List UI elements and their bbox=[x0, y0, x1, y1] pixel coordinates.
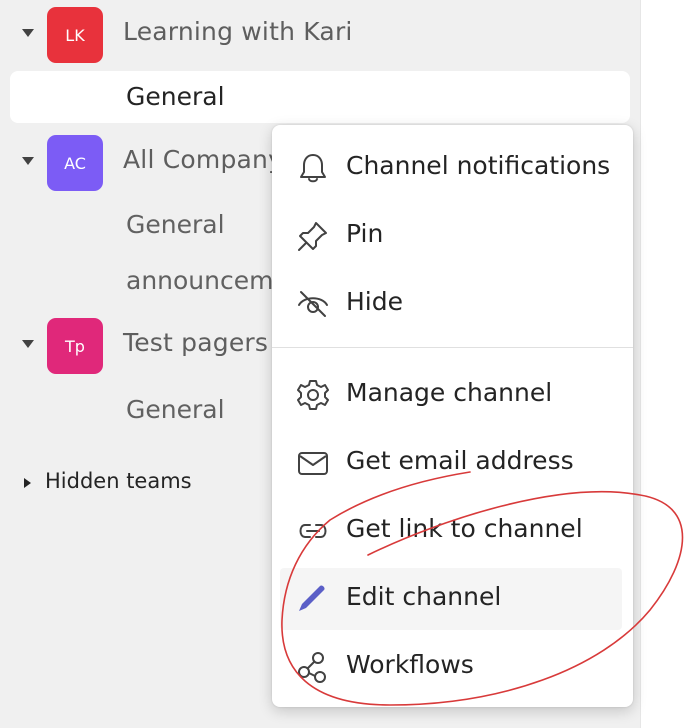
menu-item-edit-channel[interactable]: Edit channel bbox=[280, 568, 622, 630]
hidden-teams-toggle[interactable]: Hidden teams bbox=[45, 469, 192, 493]
menu-item-pin[interactable]: Pin bbox=[272, 205, 633, 267]
team-name: All Company bbox=[123, 145, 284, 174]
menu-item-label: Pin bbox=[346, 219, 384, 248]
team-avatar: AC bbox=[47, 135, 103, 191]
mail-icon bbox=[298, 452, 328, 475]
team-row-learning-with-kari[interactable]: LK Learning with Kari bbox=[0, 3, 640, 63]
team-name: Test pagers bbox=[123, 328, 269, 357]
menu-item-label: Edit channel bbox=[346, 582, 502, 611]
gear-icon bbox=[297, 380, 329, 410]
menu-item-label: Channel notifications bbox=[346, 151, 611, 180]
chevron-down-icon[interactable] bbox=[22, 157, 34, 165]
chevron-down-icon[interactable] bbox=[22, 340, 34, 348]
channel-item-general-selected[interactable]: General bbox=[10, 71, 630, 123]
team-avatar: LK bbox=[47, 7, 103, 63]
workflow-icon bbox=[298, 652, 326, 683]
menu-item-label: Hide bbox=[346, 287, 403, 316]
menu-item-get-email-address[interactable]: Get email address bbox=[272, 432, 633, 494]
menu-divider bbox=[272, 347, 633, 348]
menu-item-workflows[interactable]: Workflows bbox=[272, 636, 633, 698]
menu-item-manage-channel[interactable]: Manage channel bbox=[272, 364, 633, 426]
pin-icon bbox=[298, 222, 327, 251]
menu-item-label: Get link to channel bbox=[346, 514, 583, 543]
menu-item-label: Workflows bbox=[346, 650, 474, 679]
chevron-down-icon[interactable] bbox=[22, 29, 34, 37]
team-name: Learning with Kari bbox=[123, 17, 353, 46]
eye-off-icon bbox=[298, 291, 328, 317]
channel-label: General bbox=[126, 82, 225, 111]
menu-item-get-link-to-channel[interactable]: Get link to channel bbox=[272, 500, 633, 562]
chevron-right-icon[interactable] bbox=[24, 478, 31, 488]
channel-item-general[interactable]: General bbox=[126, 210, 225, 239]
menu-item-hide[interactable]: Hide bbox=[272, 273, 633, 335]
link-icon bbox=[299, 524, 327, 538]
bell-icon bbox=[300, 154, 326, 183]
channel-item-general[interactable]: General bbox=[126, 395, 225, 424]
channel-context-menu: Channel notifications Pin Hide Manage ch… bbox=[272, 125, 633, 707]
content-pane-edge bbox=[640, 0, 692, 728]
menu-item-label: Get email address bbox=[346, 446, 574, 475]
pencil-icon bbox=[299, 585, 325, 611]
menu-item-label: Manage channel bbox=[346, 378, 553, 407]
team-avatar: Tp bbox=[47, 318, 103, 374]
menu-item-channel-notifications[interactable]: Channel notifications bbox=[272, 137, 633, 199]
